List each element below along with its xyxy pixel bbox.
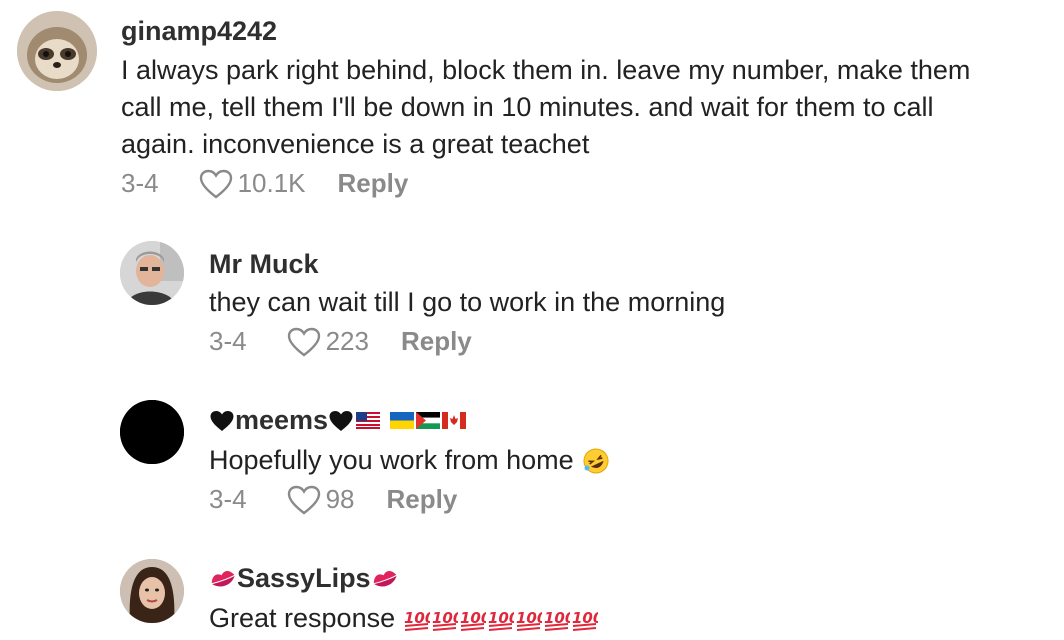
comment-meta: 3-4 10.1K Reply (121, 168, 408, 199)
sloth-avatar-icon (17, 11, 97, 91)
reply-button[interactable]: Reply (401, 326, 472, 357)
comment-username[interactable]: Mr Muck (209, 249, 319, 280)
100-emoji-icon: 100 (432, 609, 458, 631)
100-emoji-icon: 100 (516, 609, 542, 631)
ukraine-flag-icon (390, 412, 415, 429)
comment-text: Hopefully you work from home (209, 445, 574, 475)
kiss-mark-icon (211, 570, 235, 586)
man-avatar-icon (120, 241, 184, 305)
black-circle-avatar-icon (120, 400, 184, 464)
username-text: meems (235, 405, 329, 435)
like-count: 223 (325, 326, 369, 356)
heart-icon (287, 327, 320, 357)
comment-username[interactable]: meems (209, 405, 467, 436)
comment-date: 3-4 (209, 326, 247, 356)
heart-icon (199, 169, 232, 199)
user-avatar[interactable] (17, 11, 97, 91)
comment-username[interactable]: ginamp4242 (121, 16, 277, 47)
username-text: SassyLips (237, 563, 371, 593)
like-count: 98 (325, 484, 355, 514)
like-count: 10.1K (237, 168, 306, 198)
comment-date: 3-4 (209, 484, 247, 514)
reply-button[interactable]: Reply (338, 168, 409, 199)
comment-date: 3-4 (121, 168, 159, 198)
black-heart-icon (329, 410, 353, 431)
woman-avatar-icon (120, 559, 184, 623)
like-button[interactable]: 10.1K (199, 168, 306, 199)
100-emoji-icon: 100 (488, 609, 514, 631)
100-emoji-icon: 100 (460, 609, 486, 631)
100-emoji-icon: 100 (404, 609, 430, 631)
heart-icon (287, 485, 320, 515)
comment-meta: 3-4 223 Reply (209, 326, 472, 357)
100-emoji-icon: 100 (572, 609, 598, 631)
comment-username[interactable]: SassyLips (209, 563, 399, 594)
palestine-flag-icon (416, 412, 441, 429)
like-button[interactable]: 98 (287, 484, 355, 515)
comment-text: Great response (209, 603, 396, 633)
comment-text-line: Great response 100100100100100100100 (209, 600, 599, 637)
black-heart-icon (210, 410, 234, 431)
rolling-laughing-emoji-icon (583, 448, 609, 473)
kiss-mark-icon (373, 570, 397, 586)
reply-button[interactable]: Reply (387, 484, 458, 515)
canada-flag-icon (442, 412, 467, 429)
100-emoji-icon: 100 (544, 609, 570, 631)
us-flag-icon (356, 412, 381, 429)
user-avatar[interactable] (120, 400, 184, 464)
comment-text-line: Hopefully you work from home (209, 442, 610, 479)
comment-text-line: again. inconvenience is a great teachet (121, 129, 590, 159)
comment-text-line: call me, tell them I'll be down in 10 mi… (121, 92, 934, 122)
user-avatar[interactable] (120, 241, 184, 305)
hundred-emoji-row: 100100100100100100100 (403, 606, 599, 632)
like-button[interactable]: 223 (287, 326, 369, 357)
comment-meta: 3-4 98 Reply (209, 484, 457, 515)
comment-text-line: they can wait till I go to work in the m… (209, 287, 726, 317)
comment-text-line: I always park right behind, block them i… (121, 55, 971, 85)
user-avatar[interactable] (120, 559, 184, 623)
